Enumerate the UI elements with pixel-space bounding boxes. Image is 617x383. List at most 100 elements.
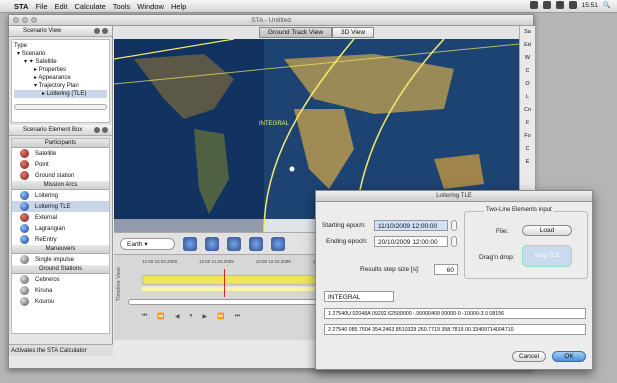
menu-app-name[interactable]: STA xyxy=(14,2,28,11)
group-maneuvers: Maneuvers xyxy=(12,245,109,254)
file-label: File: xyxy=(496,228,509,235)
reentry-icon xyxy=(20,235,29,244)
close-window-button[interactable] xyxy=(13,17,19,23)
start-epoch-stepper[interactable] xyxy=(451,220,457,231)
tle-line2-field[interactable]: 2 27540 085.7504 354.2463 8510329 260.77… xyxy=(324,324,586,335)
pause-icon[interactable]: ⏸ xyxy=(190,313,193,320)
tle-drop-zone[interactable]: drop TLE xyxy=(522,245,572,267)
menu-help[interactable]: Help xyxy=(171,2,186,11)
element-box-header: Scenario Element Box xyxy=(9,125,112,136)
tle-name-field[interactable]: INTEGRAL xyxy=(324,291,394,302)
tab-3d-view[interactable]: 3D View xyxy=(332,27,375,38)
cancel-button[interactable]: Cancel xyxy=(512,351,546,362)
film-icon[interactable] xyxy=(249,236,263,251)
tree-item-scenario[interactable]: ▾ Scenario xyxy=(14,50,107,58)
list-item-reentry[interactable]: ReEntry xyxy=(12,234,109,245)
tool-button[interactable]: L xyxy=(520,91,535,104)
panel-close-icon[interactable] xyxy=(102,28,108,34)
tool-button[interactable]: E xyxy=(520,156,535,169)
list-item-kourou[interactable]: Kourou xyxy=(12,296,109,307)
record-icon[interactable] xyxy=(271,236,285,251)
menu-edit[interactable]: Edit xyxy=(55,2,68,11)
end-epoch-stepper[interactable] xyxy=(451,236,457,247)
tool-button[interactable]: Sa xyxy=(520,26,535,39)
minimize-window-button[interactable] xyxy=(22,17,28,23)
ground-station-icon xyxy=(20,171,29,180)
menu-calculate[interactable]: Calculate xyxy=(74,2,105,11)
tree-item-properties[interactable]: ▸ Properties xyxy=(14,66,107,74)
tree-item-satellite[interactable]: ▾ ✦ Satellite xyxy=(14,58,107,66)
spotlight-icon[interactable]: 🔍 xyxy=(603,1,611,9)
tle-line1-field[interactable]: 1 27540U 02048A 09292.62500000 -.0000040… xyxy=(324,308,586,319)
ok-button[interactable]: OK xyxy=(552,351,586,362)
tool-button[interactable]: Fo xyxy=(520,130,535,143)
menu-window[interactable]: Window xyxy=(137,2,164,11)
tree-item-appearance[interactable]: ▸ Appearance xyxy=(14,74,107,82)
view-tabs: Ground Track View 3D View xyxy=(114,26,519,39)
step-back-icon[interactable]: ◀ xyxy=(175,313,180,320)
tree-item-loitering-tle[interactable]: ▸ Loitering (TLE) xyxy=(14,90,107,98)
tool-button[interactable]: C xyxy=(520,143,535,156)
scenario-view-title: Scenario View xyxy=(23,28,62,34)
body-select[interactable]: Earth ▾ xyxy=(120,237,175,250)
list-item-external[interactable]: External xyxy=(12,212,109,223)
list-item-ground-station[interactable]: Ground station xyxy=(12,170,109,181)
dialog-titlebar: Loitering TLE xyxy=(316,191,592,202)
step-size-label: Results step size [s]: xyxy=(360,266,420,273)
end-epoch-label: Ending epoch: xyxy=(326,238,368,245)
volume-icon[interactable] xyxy=(568,1,577,9)
sun-marker-icon xyxy=(289,166,295,172)
timeline-cursor[interactable] xyxy=(224,269,225,297)
status-icon[interactable] xyxy=(529,1,538,9)
tree-item-trajectory-plan[interactable]: ▾ Trajectory Plan xyxy=(14,82,107,90)
list-item-satellite[interactable]: Satellite xyxy=(12,148,109,159)
start-epoch-field[interactable]: 11/10/2009 12:00:00 xyxy=(374,220,448,231)
dialog-title: Loitering TLE xyxy=(436,193,472,199)
list-item-single-impulse[interactable]: Single impulse xyxy=(12,254,109,265)
tool-button[interactable]: Ed xyxy=(520,39,535,52)
fast-forward-icon[interactable]: ⏩ xyxy=(217,313,224,320)
step-size-field[interactable]: 60 xyxy=(434,264,458,275)
impulse-icon xyxy=(20,255,29,264)
start-epoch-label: Starting epoch: xyxy=(322,222,366,229)
menu-file[interactable]: File xyxy=(35,2,47,11)
list-item-loitering[interactable]: Loitering xyxy=(12,190,109,201)
tool-button[interactable]: F xyxy=(520,117,535,130)
panel-option-icon[interactable] xyxy=(94,28,100,34)
tree-scrollbar[interactable] xyxy=(14,104,107,110)
playback-controls: ⏮ ⏪ ◀ ⏸ ▶ ⏩ ⏭ xyxy=(142,313,240,320)
status-icon[interactable] xyxy=(542,1,551,9)
timeline-tick: 12:00 10.03.2009 xyxy=(142,259,178,264)
tool-button[interactable]: C xyxy=(520,65,535,78)
load-button[interactable]: Load xyxy=(522,225,572,236)
camera-icon[interactable] xyxy=(227,236,241,251)
lagrangian-icon xyxy=(20,224,29,233)
list-item-loitering-tle[interactable]: Loitering TLE xyxy=(12,201,109,212)
list-item-kiruna[interactable]: Kiruna xyxy=(12,285,109,296)
list-item-point[interactable]: Point xyxy=(12,159,109,170)
globe-icon[interactable] xyxy=(205,236,219,251)
clock[interactable]: 15:51 xyxy=(582,2,598,9)
list-item-lagrangian[interactable]: Lagrangian xyxy=(12,223,109,234)
tool-button[interactable]: W xyxy=(520,52,535,65)
tab-ground-track-view[interactable]: Ground Track View xyxy=(258,27,333,38)
panel-option-icon[interactable] xyxy=(94,127,100,133)
end-epoch-field[interactable]: 20/10/2009 12:00:00 xyxy=(374,236,448,247)
wifi-icon[interactable] xyxy=(555,1,564,9)
zoom-window-button[interactable] xyxy=(31,17,37,23)
skip-end-icon[interactable]: ⏭ xyxy=(235,313,240,320)
observer-icon[interactable] xyxy=(183,236,197,251)
skip-start-icon[interactable]: ⏮ xyxy=(142,313,147,320)
tool-button[interactable]: O xyxy=(520,78,535,91)
scenario-tree: Type ▾ Scenario ▾ ✦ Satellite ▸ Properti… xyxy=(11,39,110,123)
play-icon[interactable]: ▶ xyxy=(203,313,208,320)
menu-tools[interactable]: Tools xyxy=(113,2,131,11)
list-item-cebreros[interactable]: Cebreros xyxy=(12,274,109,285)
menu-bar: STA File Edit Calculate Tools Window Hel… xyxy=(0,0,617,13)
panel-close-icon[interactable] xyxy=(102,127,108,133)
globe-icon xyxy=(20,202,29,211)
element-list: Participants Satellite Point Ground stat… xyxy=(11,138,110,334)
rewind-icon[interactable]: ⏪ xyxy=(157,313,164,320)
tool-button[interactable]: Cn xyxy=(520,104,535,117)
external-icon xyxy=(20,213,29,222)
